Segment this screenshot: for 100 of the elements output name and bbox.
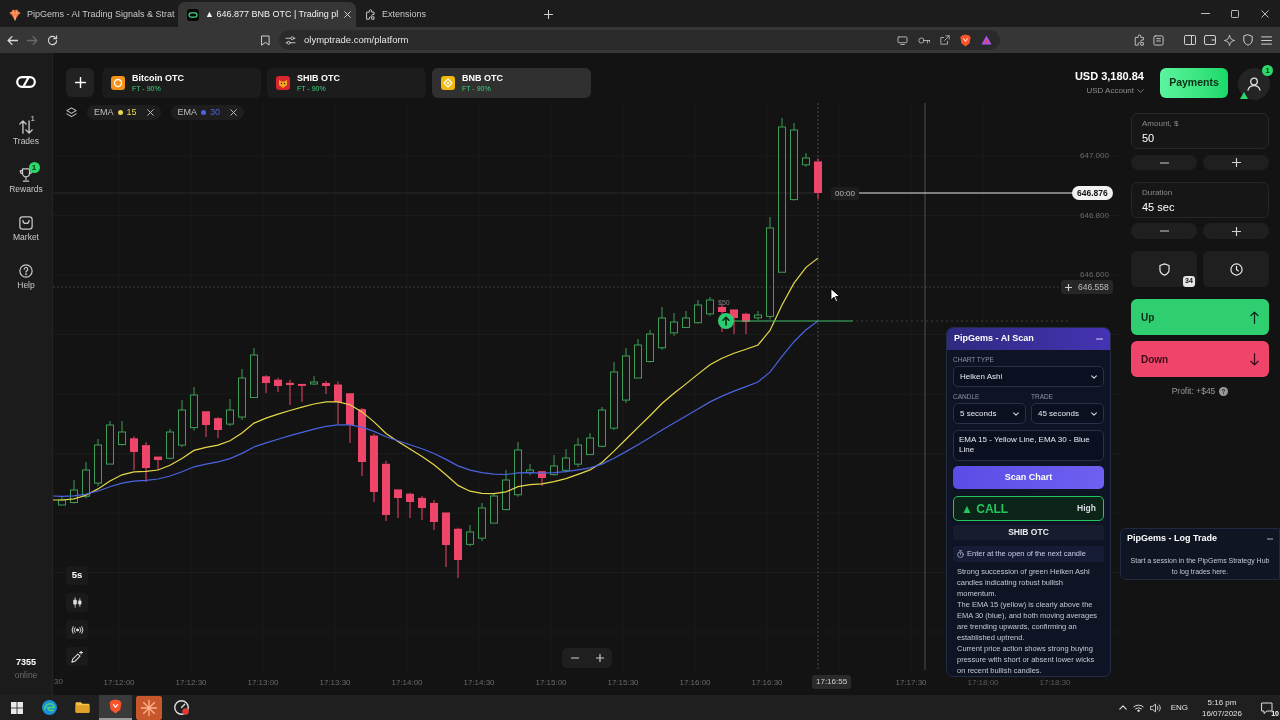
amount-field[interactable]: Amount, $ 50 [1131, 113, 1269, 149]
help-icon[interactable] [1219, 386, 1229, 396]
indicators-button[interactable] [66, 620, 88, 639]
time-tick: 17:14:00 [391, 678, 423, 688]
time-tick: 17:13:00 [247, 678, 279, 688]
arrow-up-icon [1250, 310, 1259, 324]
gem-icon [9, 8, 21, 21]
time-tick: 17:18:30 [1039, 678, 1071, 688]
time-tick: 17:12:00 [103, 678, 135, 688]
timer-button[interactable] [1203, 251, 1269, 287]
notes-field[interactable]: EMA 15 - Yellow Line, EMA 30 - Blue Line [953, 430, 1104, 461]
message-icon [1261, 701, 1273, 714]
signal-icon [70, 625, 84, 634]
back-icon[interactable] [7, 34, 18, 46]
close-icon[interactable] [146, 109, 154, 116]
cursor-icon [830, 288, 840, 302]
browser-tab[interactable]: ▲ 646.877 BNB OTC | Trading pl [178, 2, 356, 27]
sidebar-item[interactable]: Trades 1 [0, 111, 53, 159]
up-down-arrows-icon [19, 120, 33, 134]
time-tick: 17:15:30 [607, 678, 639, 688]
panel-title: PipGems - Log Trade [1127, 533, 1218, 544]
layers-icon[interactable] [66, 107, 77, 118]
sidebar-item[interactable]: Rewards 1 [0, 159, 53, 207]
bookmark-icon[interactable] [261, 34, 270, 46]
minus-icon [570, 657, 579, 659]
clock[interactable]: 5:16 pm 16/07/2026 [1200, 696, 1244, 719]
browser-tab[interactable]: Extensions [356, 2, 534, 27]
scan-chart-button[interactable]: Scan Chart [953, 466, 1104, 489]
indicator-name: EMA [177, 105, 198, 119]
online-label: online [14, 670, 38, 681]
volume-icon[interactable] [1149, 702, 1161, 713]
sidebar-item[interactable]: Market [0, 207, 53, 255]
close-icon[interactable] [1261, 9, 1269, 18]
sparkle-icon[interactable] [1224, 34, 1235, 46]
indicator-chip[interactable]: EMA 30 [170, 105, 245, 120]
wifi-icon[interactable] [1132, 703, 1144, 712]
browser-tab[interactable]: PipGems - AI Trading Signals & Strat [0, 2, 178, 27]
add-asset-button[interactable] [66, 68, 94, 97]
key-icon[interactable] [918, 36, 930, 44]
duration-field[interactable]: Duration 45 sec [1131, 182, 1269, 218]
browser-icon [42, 700, 57, 715]
sidebar-icon[interactable] [1184, 35, 1196, 45]
chart-type-select[interactable]: Heiken Ashi [953, 366, 1104, 387]
candle-select[interactable]: 5 seconds [953, 403, 1026, 424]
plus-icon[interactable] [544, 10, 553, 19]
close-icon[interactable] [344, 11, 352, 18]
chevron-up-icon[interactable] [1118, 705, 1127, 710]
site-logo-icon [187, 8, 199, 21]
indicator-period: 30 [210, 105, 221, 119]
plus-icon [1231, 158, 1241, 167]
time-tick: 17:16:00 [679, 678, 711, 688]
menu-icon[interactable] [1261, 35, 1272, 45]
lion-icon [109, 699, 122, 714]
sidebar-item[interactable]: Help [0, 255, 53, 303]
account-switcher[interactable]: USD Account [1086, 85, 1144, 97]
chart-type-button[interactable] [66, 593, 88, 612]
time-tick: 17:12:30 [175, 678, 207, 688]
indicator-chip[interactable]: EMA 15 [87, 105, 161, 120]
logo-icon[interactable] [16, 76, 36, 88]
wallet-icon[interactable] [1204, 35, 1216, 45]
shield-icon[interactable] [1243, 34, 1253, 46]
triangle-icon[interactable] [981, 35, 992, 45]
close-icon[interactable] [230, 109, 238, 116]
puzzle-icon[interactable] [1134, 34, 1145, 46]
reload-icon[interactable] [47, 34, 58, 46]
crosshair-price: 646.558 [1078, 280, 1109, 294]
trade-count: 1 [30, 114, 35, 123]
trade-select[interactable]: 45 seconds [1031, 403, 1104, 424]
down-button[interactable]: Down [1131, 341, 1269, 377]
burst-icon [135, 695, 162, 720]
price-tick: 647.000 [1080, 151, 1109, 161]
reading-list-icon[interactable] [1153, 34, 1164, 46]
account-balance: USD 3,180.84 [1074, 70, 1144, 83]
address-bar[interactable]: olymptrade.com/platform [279, 30, 1000, 50]
payments-button[interactable]: Payments [1160, 68, 1228, 98]
time-tick: 17:15:00 [535, 678, 567, 688]
chevron-down-icon [1091, 411, 1097, 416]
monitor-icon[interactable] [897, 35, 908, 45]
shield-icon[interactable] [960, 33, 971, 47]
drawing-button[interactable] [66, 647, 88, 666]
signal-asset: SHIB OTC [953, 525, 1104, 540]
plus-icon [595, 654, 604, 662]
time-tick: 17:18:00 [967, 678, 999, 688]
time-tick: 17:13:30 [319, 678, 351, 688]
help-icon [19, 264, 33, 278]
price-tick: 646.600 [1080, 270, 1109, 280]
signal-direction: ▲ CALL [961, 500, 1009, 518]
minimize-icon[interactable] [1267, 537, 1273, 540]
share-icon[interactable] [940, 35, 950, 45]
plus-icon[interactable] [1065, 283, 1072, 291]
user-icon [1247, 77, 1261, 91]
minimize-icon[interactable] [1200, 13, 1210, 14]
puzzle-icon [365, 9, 376, 20]
time-tick: 30 [54, 677, 63, 687]
site-info-icon[interactable] [285, 35, 296, 45]
up-button[interactable]: Up [1131, 299, 1269, 335]
pen-plus-icon [71, 650, 83, 663]
language-indicator[interactable]: ENG [1170, 701, 1188, 714]
crosshair-time-label: 17:16:55 [812, 675, 852, 689]
maximize-icon[interactable] [1231, 9, 1239, 18]
